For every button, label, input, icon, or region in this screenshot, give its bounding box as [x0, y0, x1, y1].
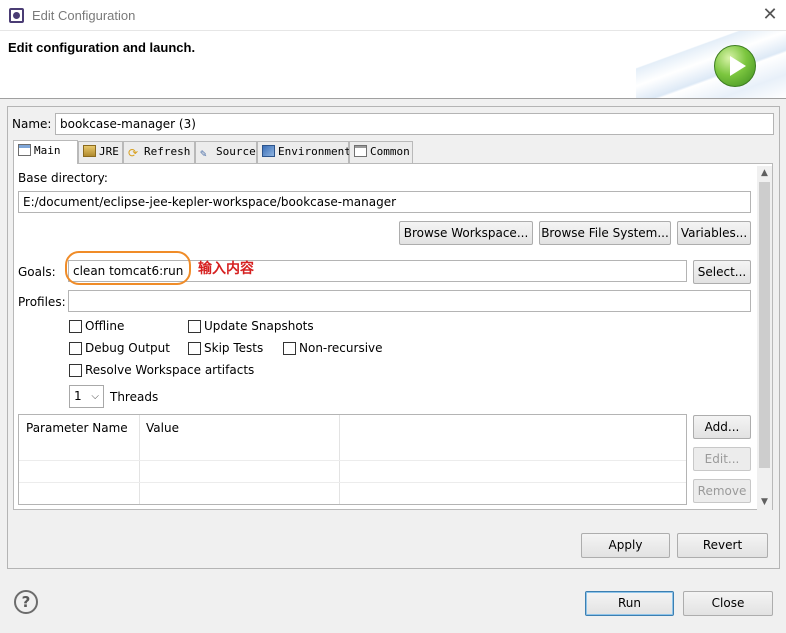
source-icon: ✎ — [200, 147, 207, 160]
scroll-down-icon[interactable]: ▼ — [757, 495, 772, 510]
base-directory-input[interactable]: E:/document/eclipse-jee-kepler-workspace… — [18, 191, 751, 213]
goals-highlight-ellipse — [65, 251, 191, 285]
base-directory-label: Base directory: — [18, 171, 108, 185]
help-icon[interactable]: ? — [14, 590, 38, 614]
threads-value: 1 — [74, 389, 82, 403]
resolve-workspace-checkbox[interactable] — [69, 364, 82, 377]
window-title: Edit Configuration — [32, 8, 136, 23]
jre-icon — [83, 145, 96, 157]
run-launch-icon — [714, 45, 756, 87]
offline-checkbox[interactable] — [69, 320, 82, 333]
col-parameter-name: Parameter Name — [26, 421, 128, 435]
tab-source-label: Source — [216, 145, 256, 158]
offline-label: Offline — [85, 319, 125, 333]
threads-label: Threads — [110, 390, 159, 404]
select-goals-button[interactable]: Select... — [693, 260, 751, 284]
row-divider — [19, 460, 686, 461]
goals-label: Goals: — [18, 265, 56, 279]
parameter-table[interactable]: Parameter Name Value — [18, 414, 687, 505]
row-divider — [19, 482, 686, 483]
tab-source[interactable]: ✎ Source — [195, 141, 257, 163]
tab-environment-label: Environment — [278, 145, 351, 158]
edit-parameter-button[interactable]: Edit... — [693, 447, 751, 471]
run-button[interactable]: Run — [585, 591, 674, 616]
tab-refresh-label: Refresh — [144, 145, 191, 158]
annotation-text: 输入内容 — [198, 261, 254, 277]
remove-parameter-button[interactable]: Remove — [693, 479, 751, 503]
scrollbar-thumb[interactable] — [759, 182, 770, 468]
close-window-icon[interactable]: ✕ — [760, 5, 780, 25]
update-snapshots-label: Update Snapshots — [204, 319, 314, 333]
dialog-header: Edit configuration and launch. — [0, 31, 786, 99]
debug-output-checkbox[interactable] — [69, 342, 82, 355]
profiles-label: Profiles: — [18, 295, 66, 309]
chevron-down-icon: ⌵ — [91, 391, 99, 402]
threads-select[interactable]: 1 ⌵ — [69, 385, 104, 408]
add-parameter-button[interactable]: Add... — [693, 415, 751, 439]
tab-main-label: Main — [34, 144, 61, 157]
profiles-input[interactable] — [68, 290, 751, 312]
tab-common-label: Common — [370, 145, 410, 158]
resolve-workspace-label: Resolve Workspace artifacts — [85, 363, 255, 377]
debug-output-label: Debug Output — [85, 341, 170, 355]
tab-refresh[interactable]: ⟳ Refresh — [123, 141, 195, 163]
skip-tests-checkbox[interactable] — [188, 342, 201, 355]
revert-button[interactable]: Revert — [677, 533, 768, 558]
scroll-up-icon[interactable]: ▲ — [757, 166, 772, 181]
tab-jre[interactable]: JRE — [78, 141, 123, 163]
browse-workspace-button[interactable]: Browse Workspace... — [399, 221, 533, 245]
tab-common[interactable]: Common — [349, 141, 413, 163]
col-value: Value — [146, 421, 179, 435]
tab-jre-label: JRE — [99, 145, 119, 158]
main-tab-icon — [18, 144, 31, 156]
variables-button[interactable]: Variables... — [677, 221, 751, 245]
non-recursive-label: Non-recursive — [299, 341, 383, 355]
environment-icon — [262, 145, 275, 157]
common-icon — [354, 145, 367, 157]
tab-main[interactable]: Main — [13, 140, 78, 164]
update-snapshots-checkbox[interactable] — [188, 320, 201, 333]
header-decoration — [636, 31, 786, 98]
eclipse-app-icon — [9, 8, 24, 23]
skip-tests-label: Skip Tests — [204, 341, 264, 355]
name-label: Name: — [12, 117, 52, 131]
close-button[interactable]: Close — [683, 591, 773, 616]
name-input[interactable]: bookcase-manager (3) — [55, 113, 774, 135]
tab-environment[interactable]: Environment — [257, 141, 351, 163]
header-title: Edit configuration and launch. — [8, 40, 196, 55]
refresh-icon: ⟳ — [128, 146, 139, 160]
browse-file-system-button[interactable]: Browse File System... — [539, 221, 671, 245]
non-recursive-checkbox[interactable] — [283, 342, 296, 355]
apply-button[interactable]: Apply — [581, 533, 670, 558]
